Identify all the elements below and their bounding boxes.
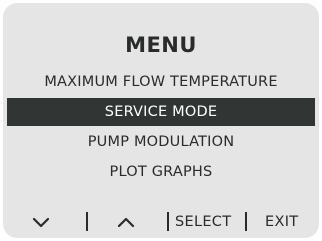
scroll-down-button[interactable] <box>29 209 53 235</box>
display-screen: MENU MAXIMUM FLOW TEMPERATURE SERVICE MO… <box>3 3 319 238</box>
menu-item-pump-modulation[interactable]: PUMP MODULATION <box>3 128 319 156</box>
exit-button[interactable]: EXIT <box>265 209 298 235</box>
menu-title: MENU <box>125 33 197 57</box>
chevron-up-icon <box>117 217 135 228</box>
select-button[interactable]: SELECT <box>175 209 231 235</box>
menu-item-plot-graphs[interactable]: PLOT GRAPHS <box>3 158 319 186</box>
menu-item-maximum-flow-temperature[interactable]: MAXIMUM FLOW TEMPERATURE <box>3 68 319 96</box>
softkey-bar: SELECT EXIT <box>3 209 319 235</box>
softkey-separator <box>245 212 247 231</box>
scroll-up-button[interactable] <box>114 209 138 235</box>
softkey-separator <box>167 212 169 231</box>
softkey-separator <box>86 212 88 231</box>
chevron-down-icon <box>32 217 50 228</box>
device-frame: MENU MAXIMUM FLOW TEMPERATURE SERVICE MO… <box>0 0 322 241</box>
menu-item-service-mode[interactable]: SERVICE MODE <box>7 98 315 126</box>
